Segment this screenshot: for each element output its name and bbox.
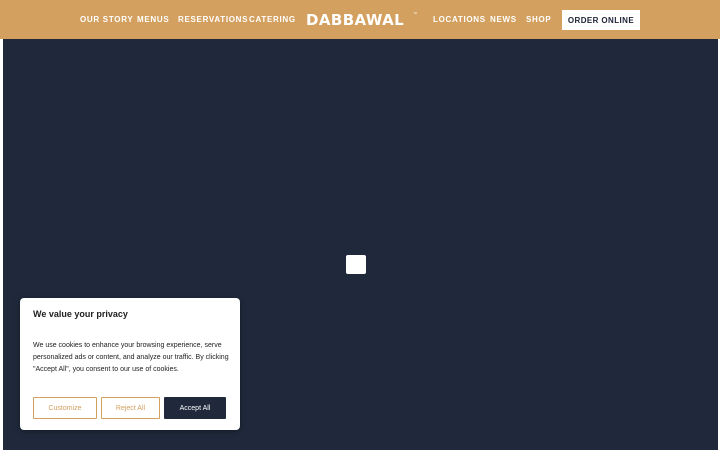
page: OUR STORY MENUS RESERVATIONS CATERING DA… <box>0 0 720 450</box>
top-navigation-bar: OUR STORY MENUS RESERVATIONS CATERING DA… <box>0 0 720 39</box>
nav-link-reservations[interactable]: RESERVATIONS <box>178 14 248 26</box>
nav-link-shop[interactable]: SHOP <box>526 14 551 26</box>
reject-all-cookies-button[interactable]: Reject All <box>101 397 160 419</box>
brand-logo-text: DABBAWAL <box>306 11 405 29</box>
nav-link-news[interactable]: NEWS <box>490 14 517 26</box>
loading-spinner-icon <box>346 255 366 274</box>
cookie-banner-description: We use cookies to enhance your browsing … <box>33 342 229 373</box>
customize-cookies-button[interactable]: Customize <box>33 397 97 419</box>
nav-link-menus[interactable]: MENUS <box>137 14 169 26</box>
trademark-mark: ™ <box>413 11 417 16</box>
cookie-banner-title: We value your privacy <box>33 309 128 319</box>
nav-link-catering[interactable]: CATERING <box>249 14 296 26</box>
cookie-consent-banner: We value your privacy We use cookies to … <box>20 298 240 430</box>
nav-link-our-story[interactable]: OUR STORY <box>80 14 133 26</box>
brand-logo[interactable]: DABBAWAL ™ <box>306 11 417 29</box>
accept-all-cookies-button[interactable]: Accept All <box>164 397 226 419</box>
order-online-button[interactable]: ORDER ONLINE <box>562 10 640 30</box>
nav-link-locations[interactable]: LOCATIONS <box>433 14 486 26</box>
